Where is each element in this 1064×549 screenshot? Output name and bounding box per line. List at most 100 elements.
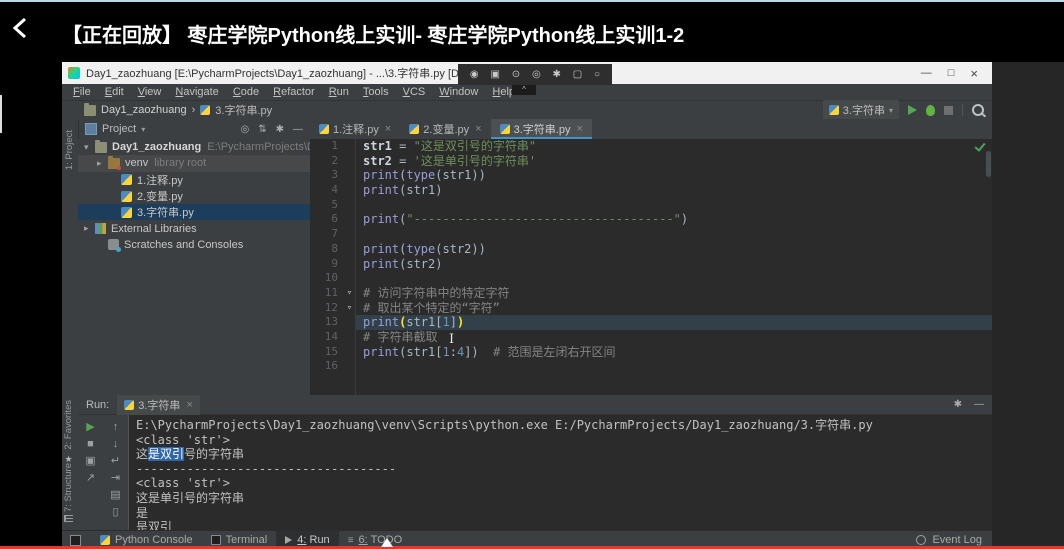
tree-item[interactable]: 1.注释.py bbox=[78, 172, 310, 188]
menu-item[interactable]: Code bbox=[226, 86, 266, 98]
code-line[interactable]: 5 bbox=[310, 198, 992, 213]
menu-item[interactable]: Run bbox=[322, 86, 356, 98]
code-line[interactable]: 10 bbox=[310, 271, 992, 286]
recording-toolbar-collapse[interactable]: ^ bbox=[512, 85, 536, 95]
python-file-icon bbox=[121, 191, 132, 202]
code-text: print("---------------------------------… bbox=[356, 212, 992, 227]
close-icon[interactable]: × bbox=[186, 399, 192, 411]
toolwindow-toggle-icon[interactable] bbox=[70, 535, 81, 546]
expand-arrow-icon[interactable]: ▸ bbox=[84, 223, 95, 234]
tree-item[interactable]: Scratches and Consoles bbox=[78, 237, 310, 253]
code-line[interactable]: 12▿# 取出某个特定的“字符” bbox=[310, 301, 992, 316]
run-tab[interactable]: 3.字符串 × bbox=[117, 395, 200, 415]
token: <class 'str'> bbox=[136, 476, 230, 490]
screenshot-icon[interactable]: ▣ bbox=[490, 70, 499, 80]
code-line[interactable]: 11▿# 访问字符串中的特定字符 bbox=[310, 286, 992, 301]
search-icon[interactable] bbox=[972, 104, 984, 116]
editor-tab[interactable]: 3.字符串.py× bbox=[491, 119, 592, 139]
code-line[interactable]: 16 bbox=[310, 359, 992, 374]
code-line[interactable]: 1str1 = "这是双引号的字符串" bbox=[310, 139, 992, 154]
code-editor[interactable]: 1str1 = "这是双引号的字符串"2str2 = '这是单引号的字符串'3p… bbox=[310, 139, 992, 395]
tool-strip-project[interactable]: 1: Project bbox=[64, 130, 75, 170]
event-log-button[interactable]: Event Log bbox=[916, 534, 982, 546]
menu-item[interactable]: Edit bbox=[98, 86, 131, 98]
collapse-all-icon[interactable]: ⇅ bbox=[258, 124, 266, 135]
hide-panel-icon[interactable]: ― bbox=[974, 399, 984, 410]
rerun-button[interactable]: ▶ bbox=[86, 422, 94, 433]
tool-strip-structure[interactable]: 7: Structure bbox=[63, 463, 74, 512]
chevron-down-icon[interactable]: ▾ bbox=[141, 125, 145, 134]
code-line[interactable]: 7 bbox=[310, 227, 992, 242]
soft-wrap-button[interactable]: ↵ bbox=[111, 456, 120, 467]
code-line[interactable]: 2str2 = '这是单引号的字符串' bbox=[310, 154, 992, 169]
tree-item[interactable]: 2.变量.py bbox=[78, 188, 310, 204]
pin-button[interactable]: ↗ bbox=[86, 473, 95, 484]
run-button[interactable] bbox=[908, 105, 917, 115]
console-output[interactable]: E:\PycharmProjects\Day1_zaozhuang\venv\S… bbox=[129, 415, 992, 530]
menu-item[interactable]: Window bbox=[432, 86, 485, 98]
locate-icon[interactable]: ◎ bbox=[240, 124, 249, 135]
settings-icon[interactable]: ✱ bbox=[954, 399, 962, 410]
project-panel-header[interactable]: Project ▾ ◎⇅✱― bbox=[78, 119, 310, 139]
webcam-icon[interactable]: ◉ bbox=[470, 70, 479, 80]
code-line[interactable]: 14# 字符串截取 bbox=[310, 330, 992, 345]
stop-button[interactable]: ■ bbox=[87, 439, 94, 450]
editor-scrollbar[interactable] bbox=[986, 151, 991, 177]
token: E:\PycharmProjects\Day1_zaozhuang\venv\S… bbox=[136, 418, 873, 432]
prev-trace-button[interactable]: ↑ bbox=[113, 422, 119, 433]
expand-arrow-icon[interactable]: ▸ bbox=[97, 158, 108, 169]
tree-item[interactable]: 3.字符串.py bbox=[78, 204, 310, 220]
breadcrumb-project[interactable]: Day1_zaozhuang bbox=[101, 104, 187, 116]
close-icon[interactable]: × bbox=[475, 123, 481, 135]
run-config-selector[interactable]: 3.字符串 ▾ bbox=[823, 100, 899, 120]
next-trace-button[interactable]: ↓ bbox=[113, 439, 119, 450]
minimize-icon[interactable]: — bbox=[921, 67, 932, 79]
code-line[interactable]: 3print(type(str1)) bbox=[310, 168, 992, 183]
code-line[interactable]: 8print(type(str2)) bbox=[310, 242, 992, 257]
print-button[interactable]: ▤ bbox=[110, 490, 120, 501]
expand-arrow-icon[interactable]: ▾ bbox=[84, 142, 95, 153]
code-line[interactable]: 6print("--------------------------------… bbox=[310, 212, 992, 227]
run-tool-window: Run: 3.字符串 × ✱― ▶■▣↗ ↑↓↵⇥▤▯ E:\PycharmPr… bbox=[78, 395, 992, 530]
code-line[interactable]: 15print(str1[1:4]) # 范围是左闭右开区间 bbox=[310, 345, 992, 360]
editor-tab[interactable]: 2.变量.py × bbox=[400, 119, 490, 139]
token: = bbox=[392, 154, 414, 168]
settings-icon[interactable]: ✱ bbox=[553, 70, 561, 80]
maximize-icon[interactable]: □ bbox=[948, 67, 955, 79]
code-line[interactable]: 9print(str2) bbox=[310, 257, 992, 272]
menu-item[interactable]: VCS bbox=[396, 86, 433, 98]
debug-button[interactable] bbox=[926, 105, 935, 116]
clear-button[interactable]: ▯ bbox=[112, 507, 118, 518]
video-progress-handle[interactable] bbox=[381, 538, 393, 547]
close-icon[interactable]: × bbox=[970, 66, 978, 81]
hide-panel-icon[interactable]: ― bbox=[293, 124, 303, 135]
breadcrumb-file[interactable]: 3.字符串.py bbox=[215, 102, 272, 118]
menu-item[interactable]: Navigate bbox=[168, 86, 225, 98]
menu-item[interactable]: Refactor bbox=[266, 86, 322, 98]
scroll-to-end-button[interactable]: ⇥ bbox=[111, 473, 120, 484]
code-line[interactable]: 13print(str1[1]) bbox=[310, 315, 992, 330]
microphone-icon[interactable]: ⊙ bbox=[512, 70, 520, 80]
stop-button[interactable] bbox=[944, 106, 953, 115]
settings-icon[interactable]: ✱ bbox=[276, 124, 284, 135]
tool-strip-favorites[interactable]: 2: Favorites bbox=[63, 400, 74, 450]
window-icon[interactable]: ▢ bbox=[573, 70, 582, 80]
tree-item[interactable]: ▸venvlibrary root bbox=[78, 155, 310, 171]
annotate-icon[interactable]: ◎ bbox=[532, 70, 541, 80]
menu-item[interactable]: View bbox=[131, 86, 169, 98]
recording-toolbar[interactable]: ◉ ▣ ⊙ ◎ ✱ ▢ ○ bbox=[458, 64, 612, 85]
close-icon[interactable]: × bbox=[385, 123, 391, 135]
editor-tab[interactable]: 1.注释.py× bbox=[310, 119, 400, 139]
back-icon[interactable] bbox=[10, 16, 32, 40]
power-icon[interactable]: ○ bbox=[594, 70, 600, 80]
close-icon[interactable]: × bbox=[576, 123, 582, 135]
tree-item[interactable]: ▸External Libraries bbox=[78, 220, 310, 236]
restore-layout-button[interactable]: ▣ bbox=[85, 456, 95, 467]
editor-tab-label: 2.变量.py bbox=[423, 121, 469, 137]
tree-item[interactable]: ▾Day1_zaozhuangE:\PycharmProjects\Day1_z… bbox=[78, 139, 310, 155]
token: "------------------------------------" bbox=[406, 212, 681, 226]
code-line[interactable]: 4print(str1) bbox=[310, 183, 992, 198]
run-toolbar-col2: ↑ ↓ ↵ ⇥ ▤ ▯ bbox=[103, 415, 128, 530]
menu-item[interactable]: Tools bbox=[356, 86, 396, 98]
menu-item[interactable]: File bbox=[66, 86, 98, 98]
